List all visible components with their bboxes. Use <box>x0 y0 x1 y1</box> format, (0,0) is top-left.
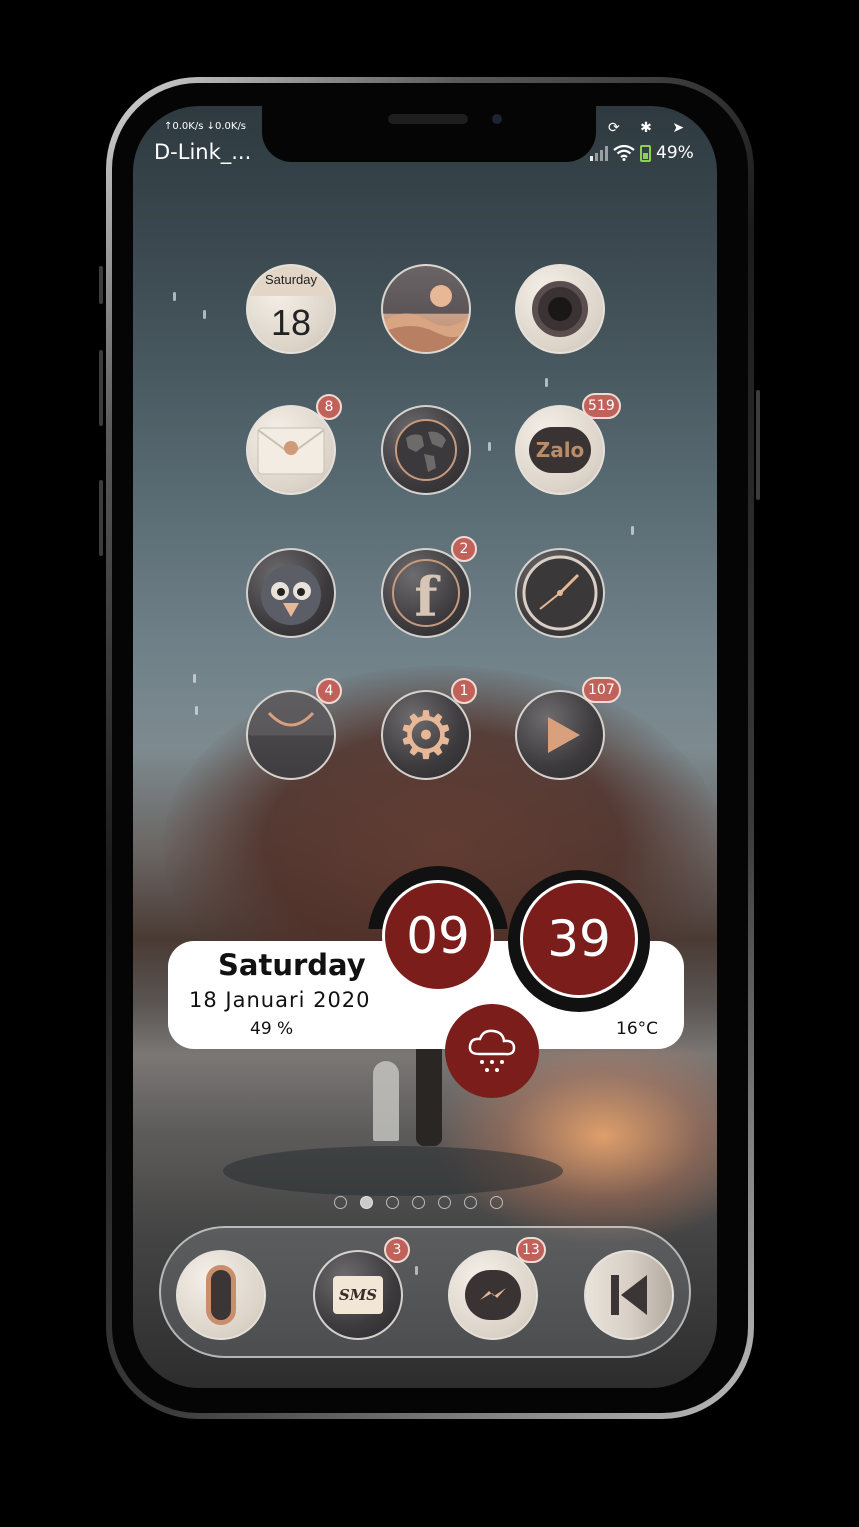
page-dot[interactable] <box>464 1196 477 1209</box>
widget-date: 18 Januari 2020 <box>189 988 371 1012</box>
widget-battery: 49 % <box>250 1019 294 1039</box>
messenger-app-icon[interactable] <box>448 1250 538 1340</box>
settings-app-icon[interactable]: ⚙ <box>381 690 471 780</box>
sms-badge: 3 <box>384 1237 410 1263</box>
messenger-badge: 13 <box>516 1237 546 1263</box>
bird-icon <box>261 565 321 625</box>
volume-down-button <box>99 480 103 556</box>
wifi-network-name: D-Link_... <box>154 140 252 164</box>
necklace-icon <box>267 711 315 727</box>
zalo-label: Zalo <box>535 438 585 462</box>
app-store-badge: 4 <box>316 678 342 704</box>
page-indicator[interactable] <box>334 1196 503 1209</box>
play-icon <box>548 717 580 753</box>
facebook-badge: 2 <box>451 536 477 562</box>
tweetbot-app-icon[interactable] <box>246 548 336 638</box>
calendar-app-icon[interactable]: Saturday 18 <box>246 264 336 354</box>
power-button <box>756 390 760 500</box>
sms-bubble-icon: SMS <box>333 1276 383 1314</box>
facebook-logo-icon: f <box>392 559 460 629</box>
zalo-badge: 519 <box>582 393 621 419</box>
lightning-icon <box>480 1288 506 1300</box>
cellular-signal-icon <box>590 145 608 161</box>
music-app-icon[interactable] <box>584 1250 674 1340</box>
maps-app-icon[interactable] <box>381 405 471 495</box>
page-dot[interactable] <box>438 1196 451 1209</box>
phone-handset-icon <box>206 1265 236 1325</box>
page-dot-active[interactable] <box>360 1196 373 1209</box>
dunes-sun-icon <box>383 285 469 352</box>
calendar-day-number: 18 <box>270 302 312 343</box>
clock-app-icon[interactable] <box>515 548 605 638</box>
battery-icon <box>640 144 651 162</box>
photos-app-icon[interactable] <box>381 264 471 354</box>
phone-app-icon[interactable] <box>176 1250 266 1340</box>
mute-switch <box>99 266 103 304</box>
sms-label: SMS <box>338 1286 378 1304</box>
gear-icon: ⚙ <box>396 698 456 772</box>
mail-badge: 8 <box>316 394 342 420</box>
clock-face-icon <box>522 555 598 631</box>
widget-temperature: 16°C <box>616 1019 659 1039</box>
clock-hour: 09 <box>382 880 494 992</box>
play-store-app-icon[interactable] <box>515 690 605 780</box>
chat-bubble-icon: Zalo <box>529 427 591 473</box>
settings-badge: 1 <box>451 678 477 704</box>
network-speed: ↑0.0K/s ↓0.0K/s <box>164 121 247 132</box>
wifi-icon <box>613 145 635 161</box>
play-store-badge: 107 <box>582 677 621 703</box>
clock-minute: 39 <box>520 880 638 998</box>
calendar-weekday: Saturday <box>264 272 318 287</box>
sms-app-icon[interactable]: SMS <box>313 1250 403 1340</box>
camera-app-icon[interactable] <box>515 264 605 354</box>
widget-weekday: Saturday <box>218 948 366 982</box>
messenger-bubble-icon <box>465 1270 521 1320</box>
facebook-app-icon[interactable]: f <box>381 548 471 638</box>
notch <box>262 100 596 162</box>
earpiece-speaker <box>388 114 468 124</box>
volume-up-button <box>99 350 103 426</box>
status-right-group: 49% <box>590 143 694 163</box>
rain-cloud-icon <box>468 1029 516 1072</box>
app-store-app-icon[interactable] <box>246 690 336 780</box>
envelope-icon <box>257 427 325 475</box>
page-dot[interactable] <box>412 1196 425 1209</box>
page-dot[interactable] <box>386 1196 399 1209</box>
battery-percentage: 49% <box>656 143 694 163</box>
page-dot[interactable] <box>334 1196 347 1209</box>
weather-button[interactable] <box>445 1004 539 1098</box>
previous-track-icon <box>611 1275 647 1315</box>
status-icons: ⟳ ✱ ➤ <box>608 120 693 136</box>
globe-icon <box>395 419 457 481</box>
camera-lens-icon <box>532 281 588 337</box>
front-camera <box>492 114 502 124</box>
page-dot[interactable] <box>490 1196 503 1209</box>
